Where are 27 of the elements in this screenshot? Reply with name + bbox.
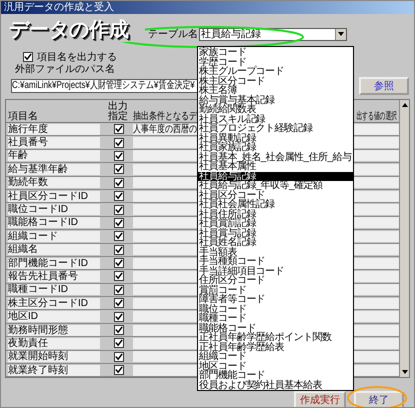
window-title: 汎用データの作成と受入: [4, 2, 114, 14]
field-name-cell: 職能格コードID: [8, 217, 100, 228]
field-name-cell: 勤務時間形態: [8, 324, 100, 336]
field-name-cell: 就業開始時刻: [8, 351, 100, 362]
field-name-cell: 地区ID: [8, 311, 100, 322]
column-header: 項目名: [8, 111, 39, 122]
field-name-cell: 組織名: [8, 244, 100, 256]
path-label: 外部ファイルのパス名: [15, 64, 115, 76]
field-name-cell: 就業終了時刻: [8, 364, 100, 376]
output-names-label: 項目名を出力する: [37, 50, 117, 64]
field-name-cell: 職種コードID: [8, 284, 100, 296]
field-name-cell: 職位コードID: [8, 204, 100, 216]
table-name-label: テーブル名: [148, 28, 198, 40]
column-header: 出する値の選択: [356, 111, 397, 122]
field-name-cell: 株主区分コードID: [8, 298, 100, 309]
field-name-cell: 報告先社員番号: [8, 270, 100, 282]
field-name-cell: 給与基準年齢: [8, 164, 100, 175]
column-header: 出力指定: [108, 102, 129, 122]
column-header: 抽出条件となるデ: [133, 111, 197, 122]
field-name-cell: 勤続年数: [8, 177, 100, 188]
field-name-cell: 部門機能コードID: [8, 258, 100, 269]
field-name-cell: 夜勤責任: [8, 338, 100, 349]
field-name-cell: 組織コード: [8, 230, 100, 242]
field-name-cell: 年齢: [8, 150, 100, 162]
field-name-cell: 社員区分コードID: [8, 190, 100, 202]
field-name-cell: 社員番号: [8, 137, 100, 148]
field-name-cell: 施行年度: [8, 124, 100, 135]
